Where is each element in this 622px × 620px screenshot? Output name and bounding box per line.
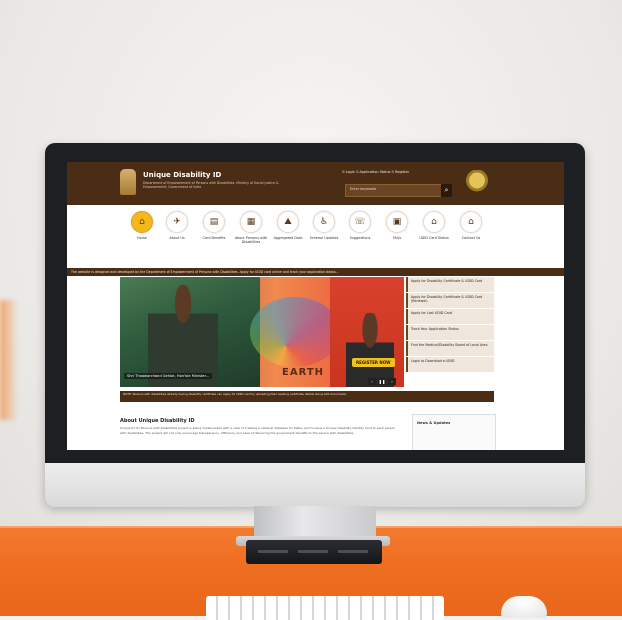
about-icon: ✈ [166,211,188,233]
nav-label: Home [136,236,147,240]
suggestion-icon: ☏ [349,211,371,233]
quick-link-item[interactable]: Apply for Disability Certificate & UDID … [406,277,494,292]
carousel-photo-child [346,313,394,387]
quick-link-item[interactable]: Find the Medical/Disability Board of Loc… [406,341,494,356]
monitor-chin [45,463,585,507]
carousel-photo-person [148,285,218,387]
nav-label: About Us [169,236,185,240]
nav-label: Scheme Updates [309,236,339,240]
card-icon: ▤ [203,211,225,233]
nav-item-home[interactable]: ⌂ Home [122,211,162,240]
status-icon: ⌂ [423,211,445,233]
partner-logo [465,170,489,196]
nav-item-scheme-updates[interactable]: ♿ Scheme Updates [304,211,344,240]
nav-label: About Persons with Disabilities [234,236,268,245]
banner-text: EARTH [282,367,325,378]
header-top-links[interactable]: ⚿ Login ⚿ Application Status ⚿ Register [342,170,409,174]
site-title: Unique Disability ID [143,171,222,179]
nav-item-udid-card-status[interactable]: ⌂ UDID Card Status [414,211,454,240]
nav-label: Suggestions [349,236,371,240]
nav-label: Aggregated Data [273,236,303,240]
background-decor [0,300,18,420]
nav-item-about-us[interactable]: ✈ About Us [157,211,197,240]
wheelchair-icon: ♿ [313,211,335,233]
nav-item-aggregated-data[interactable]: ⛰ Aggregated Data [268,211,308,240]
site-header: Unique Disability ID Department of Empow… [67,162,564,205]
dock-slot [258,550,288,553]
carousel-prev-button[interactable]: ‹ [368,378,376,385]
nav-item-faqs[interactable]: ▣ FAQs [377,211,417,240]
info-icon: ▦ [240,211,262,233]
main-nav: ⌂ Home ✈ About Us ▤ Card Benefits ▦ Abou… [67,205,564,267]
nav-label: FAQs [392,236,402,240]
news-ticker: The website is designed and developed by… [67,268,564,276]
device-dock [246,540,382,564]
about-heading: About Unique Disability ID [120,418,195,424]
nav-label: Contact Us [461,236,481,240]
nav-item-card-benefits[interactable]: ▤ Card Benefits [194,211,234,240]
hero-carousel: EARTH REGISTER NOW Shri Thaawarchand Geh… [120,277,404,387]
news-updates-panel [412,414,496,450]
dock-slot [338,550,368,553]
faq-icon: ▣ [386,211,408,233]
nav-label: Card Benefits [202,236,226,240]
quick-link-item[interactable]: Apply for Lost UDID Card [406,309,494,324]
carousel-pause-button[interactable]: ❚❚ [378,378,386,385]
quick-link-item[interactable]: Login to Download e-UDID [406,357,494,372]
register-now-button[interactable]: REGISTER NOW [352,358,395,367]
nav-item-suggestions[interactable]: ☏ Suggestions [340,211,380,240]
search-button[interactable]: ⌕ [441,184,452,197]
nav-label: UDID Card Status [419,236,449,240]
quick-link-item[interactable]: Track Your Application Status [406,325,494,340]
about-paragraph: Unique ID for Persons with Disabilities … [120,426,396,435]
site-subtitle: Department of Empowerment of Persons wit… [143,181,279,189]
keyboard [206,596,444,620]
carousel-artwork [250,297,340,367]
chart-icon: ⛰ [277,211,299,233]
contact-icon: ⌂ [460,211,482,233]
home-icon: ⌂ [131,211,153,233]
quick-link-item[interactable]: Apply for Disability Certificate & UDID … [406,293,494,308]
carousel-next-button[interactable]: › [388,378,396,385]
notice-bar: NOTE: Persons with disabilities already … [120,391,494,402]
nav-item-about-pwd[interactable]: ▦ About Persons with Disabilities [231,211,271,244]
quick-links-menu: Apply for Disability Certificate & UDID … [406,277,494,387]
search-placeholder: Enter keywords [350,187,377,191]
search-icon: ⌕ [444,186,449,194]
carousel-caption: Shri Thaawarchand Gehlot, Hon'ble Minist… [124,373,213,379]
dock-slot [298,550,328,553]
nav-item-contact-us[interactable]: ⌂ Contact Us [451,211,491,240]
news-updates-heading: News & Updates [417,421,451,425]
mouse [501,596,547,618]
national-emblem-logo [120,169,136,195]
monitor-screen: Unique Disability ID Department of Empow… [67,162,564,450]
